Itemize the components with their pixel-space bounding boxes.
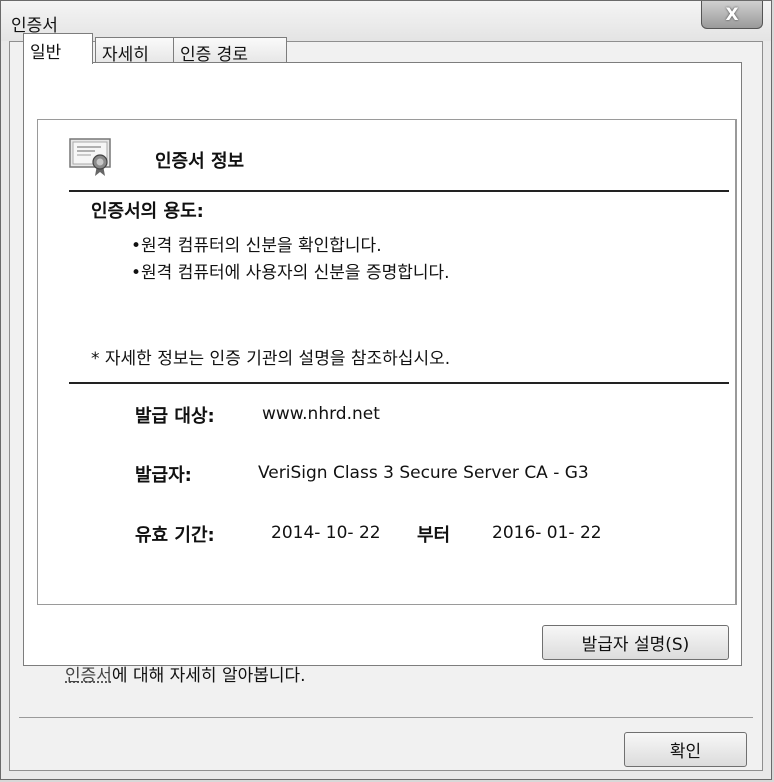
validity-separator: 부터 <box>417 525 451 546</box>
issuer-label: 발급자: <box>135 465 192 486</box>
title-bar: 인증서 X <box>1 1 771 41</box>
divider-top <box>69 190 729 192</box>
issuer-statement-button[interactable]: 발급자 설명(S) <box>542 625 729 660</box>
learn-more-text: 에 대해 자세히 알아봅니다. <box>111 666 306 686</box>
close-icon: X <box>725 4 739 25</box>
ok-button[interactable]: 확인 <box>624 732 747 767</box>
certificate-icon <box>69 138 111 176</box>
certificate-dialog: 인증서 X 일반 자세히 인증 경로 인증서 정보 인증서의 용도: •원격 컴… <box>0 0 772 780</box>
tab-certification-path[interactable]: 인증 경로 <box>173 37 287 65</box>
divider-bottom <box>69 382 729 384</box>
issued-to-value: www.nhrd.net <box>262 404 380 424</box>
learn-more-link[interactable]: 인증서 <box>65 666 112 686</box>
validity-label: 유효 기간: <box>135 525 215 546</box>
tab-general[interactable]: 일반 <box>23 33 93 64</box>
purpose-item: •원격 컴퓨터의 신분을 확인합니다. <box>131 236 382 256</box>
learn-more-line: 인증서에 대해 자세히 알아봅니다. <box>65 661 306 686</box>
valid-from-value: 2014- 10- 22 <box>271 523 381 543</box>
issuer-value: VeriSign Class 3 Secure Server CA - G3 <box>258 463 589 483</box>
section-title: 인증서 정보 <box>155 151 245 172</box>
close-button[interactable]: X <box>701 1 763 29</box>
valid-to-value: 2016- 01- 22 <box>492 523 602 543</box>
issued-to-label: 발급 대상: <box>135 406 215 427</box>
footnote: * 자세한 정보는 인증 기관의 설명을 참조하십시오. <box>91 349 451 369</box>
bottom-separator <box>19 717 753 718</box>
purpose-heading: 인증서의 용도: <box>91 201 204 222</box>
purpose-item: •원격 컴퓨터에 사용자의 신분을 증명합니다. <box>131 263 450 283</box>
tab-details[interactable]: 자세히 <box>95 37 175 65</box>
